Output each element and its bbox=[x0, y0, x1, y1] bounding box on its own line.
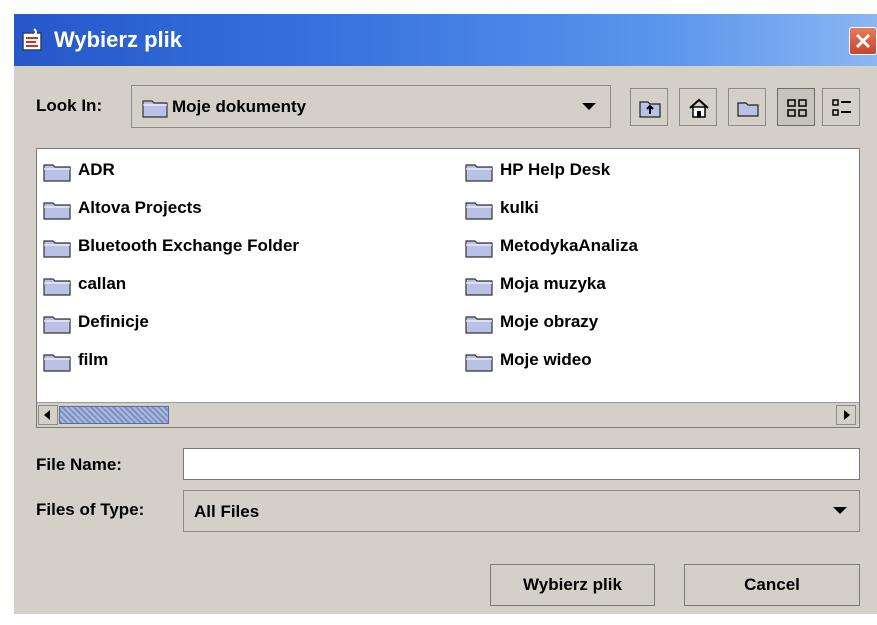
folder-icon bbox=[43, 316, 71, 334]
file-name-text: MetodykaAnaliza bbox=[500, 236, 638, 255]
folder-icon bbox=[465, 202, 493, 220]
files-of-type-combo[interactable]: All Files bbox=[183, 490, 860, 532]
folder-icon bbox=[465, 316, 493, 334]
approve-button[interactable]: Wybierz plik bbox=[490, 564, 655, 606]
file-name-text: Moje wideo bbox=[500, 350, 592, 369]
folder-icon bbox=[43, 202, 71, 220]
look-in-combo[interactable]: Moje dokumenty bbox=[131, 85, 611, 128]
cancel-button[interactable]: Cancel bbox=[684, 564, 860, 606]
details-view-button[interactable] bbox=[822, 88, 860, 126]
look-in-value: Moje dokumenty bbox=[172, 97, 307, 116]
list-view-icon bbox=[787, 99, 807, 117]
file-name-text: Altova Projects bbox=[78, 198, 202, 217]
scroll-thumb[interactable] bbox=[59, 406, 169, 424]
folder-icon bbox=[465, 354, 493, 372]
file-name-text: Definicje bbox=[78, 312, 149, 331]
dialog-title: Wybierz plik bbox=[54, 27, 182, 52]
file-name-text: callan bbox=[78, 274, 127, 293]
new-folder-button[interactable] bbox=[728, 88, 766, 126]
arrow-right-icon bbox=[844, 410, 850, 420]
chevron-down-icon[interactable] bbox=[582, 103, 596, 110]
file-name-text: HP Help Desk bbox=[500, 160, 611, 179]
home-button[interactable] bbox=[679, 88, 717, 126]
folder-icon bbox=[43, 240, 71, 258]
file-chooser-dialog: Wybierz plik Look In: Moje dokumenty ADR… bbox=[14, 14, 877, 614]
file-name-input[interactable] bbox=[183, 448, 860, 480]
title-bar[interactable]: Wybierz plik bbox=[14, 14, 877, 66]
arrow-left-icon bbox=[44, 410, 50, 420]
horizontal-scrollbar[interactable] bbox=[37, 402, 859, 427]
details-view-icon bbox=[832, 99, 851, 116]
file-name-text: film bbox=[78, 350, 109, 369]
scroll-left-button[interactable] bbox=[38, 405, 58, 425]
folder-icon bbox=[142, 100, 168, 118]
chevron-down-icon[interactable] bbox=[833, 507, 847, 514]
up-one-level-icon bbox=[639, 101, 661, 118]
file-name-text: Moje obrazy bbox=[500, 312, 599, 331]
up-one-level-button[interactable] bbox=[630, 88, 668, 126]
scroll-right-button[interactable] bbox=[836, 405, 856, 425]
java-cup-icon bbox=[22, 28, 42, 51]
file-list[interactable]: ADR Altova Projects Bluetooth Exchange F… bbox=[36, 148, 860, 428]
files-of-type-value: All Files bbox=[194, 502, 260, 521]
folder-icon bbox=[43, 278, 71, 296]
file-name-label: File Name: bbox=[36, 455, 122, 474]
files-of-type-label: Files of Type: bbox=[36, 500, 145, 519]
file-name-text: ADR bbox=[78, 160, 115, 179]
file-name-text: Bluetooth Exchange Folder bbox=[78, 236, 300, 255]
folder-icon bbox=[465, 164, 493, 182]
folder-icon bbox=[43, 164, 71, 182]
folder-icon bbox=[465, 278, 493, 296]
close-button[interactable] bbox=[849, 27, 877, 55]
home-icon bbox=[689, 98, 709, 118]
new-folder-icon bbox=[737, 102, 759, 117]
folder-icon bbox=[465, 240, 493, 258]
folder-icon bbox=[43, 354, 71, 372]
file-name-text: Moja muzyka bbox=[500, 274, 606, 293]
look-in-label: Look In: bbox=[36, 96, 103, 115]
file-name-text: kulki bbox=[500, 198, 539, 217]
close-icon bbox=[855, 33, 871, 49]
list-view-button[interactable] bbox=[777, 88, 815, 126]
